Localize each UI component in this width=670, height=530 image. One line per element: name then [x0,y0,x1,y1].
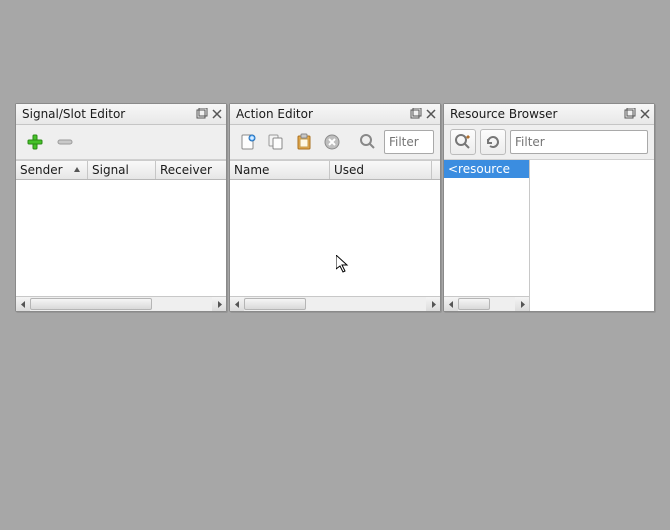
resource-browser-titlebar[interactable]: Resource Browser [444,104,654,125]
add-button[interactable] [22,129,48,155]
scroll-track[interactable] [244,297,426,311]
action-editor-content: Name Used [230,160,440,311]
column-name[interactable]: Name [230,161,330,179]
column-used[interactable]: Used [330,161,432,179]
action-header-row: Name Used [230,160,440,180]
signal-slot-toolbar [16,125,226,160]
scroll-thumb[interactable] [458,298,490,310]
signal-slot-content: Sender Signal Receiver [16,160,226,311]
new-action-button[interactable] [236,129,260,155]
close-icon[interactable] [424,107,438,121]
resource-content: <resource [444,160,654,311]
column-signal[interactable]: Signal [88,161,156,179]
action-editor-toolbar [230,125,440,160]
action-editor-title: Action Editor [236,107,408,121]
copy-button[interactable] [264,129,288,155]
column-receiver[interactable]: Receiver [156,161,226,179]
resource-browser-panel: Resource Browser <resource [443,103,655,312]
restore-icon[interactable] [623,107,637,121]
resource-tree[interactable]: <resource [444,160,530,311]
delete-button[interactable] [320,129,344,155]
close-icon[interactable] [638,107,652,121]
signal-slot-editor-panel: Signal/Slot Editor Sender Signal [15,103,227,312]
scroll-left-icon[interactable] [444,297,458,311]
resource-toolbar [444,125,654,160]
action-hscroll[interactable] [230,296,440,311]
remove-button[interactable] [52,129,78,155]
paste-button[interactable] [292,129,316,155]
action-filter-input[interactable] [384,130,434,154]
scroll-right-icon[interactable] [426,297,440,311]
restore-icon[interactable] [409,107,423,121]
action-editor-panel: Action Editor Name [229,103,441,312]
signal-slot-hscroll[interactable] [16,296,226,311]
column-tail [432,161,440,179]
resource-body: <resource [444,160,654,311]
resource-root-item[interactable]: <resource [444,160,529,178]
resource-preview[interactable] [530,160,654,311]
column-sender[interactable]: Sender [16,161,88,179]
scroll-track[interactable] [30,297,212,311]
scroll-thumb[interactable] [244,298,306,310]
sort-ascending-icon [73,163,81,177]
reload-button[interactable] [480,129,506,155]
restore-icon[interactable] [195,107,209,121]
resource-tree-hscroll[interactable] [444,296,529,311]
edit-resources-button[interactable] [450,129,476,155]
signal-slot-titlebar[interactable]: Signal/Slot Editor [16,104,226,125]
close-icon[interactable] [210,107,224,121]
zoom-icon[interactable] [356,129,380,155]
resource-filter-input[interactable] [510,130,648,154]
signal-slot-title: Signal/Slot Editor [22,107,194,121]
scroll-right-icon[interactable] [515,297,529,311]
scroll-left-icon[interactable] [16,297,30,311]
scroll-right-icon[interactable] [212,297,226,311]
scroll-thumb[interactable] [30,298,152,310]
scroll-track[interactable] [458,297,515,311]
action-list[interactable] [230,180,440,296]
resource-browser-title: Resource Browser [450,107,622,121]
signal-slot-header-row: Sender Signal Receiver [16,160,226,180]
action-editor-titlebar[interactable]: Action Editor [230,104,440,125]
signal-slot-list[interactable] [16,180,226,296]
scroll-left-icon[interactable] [230,297,244,311]
